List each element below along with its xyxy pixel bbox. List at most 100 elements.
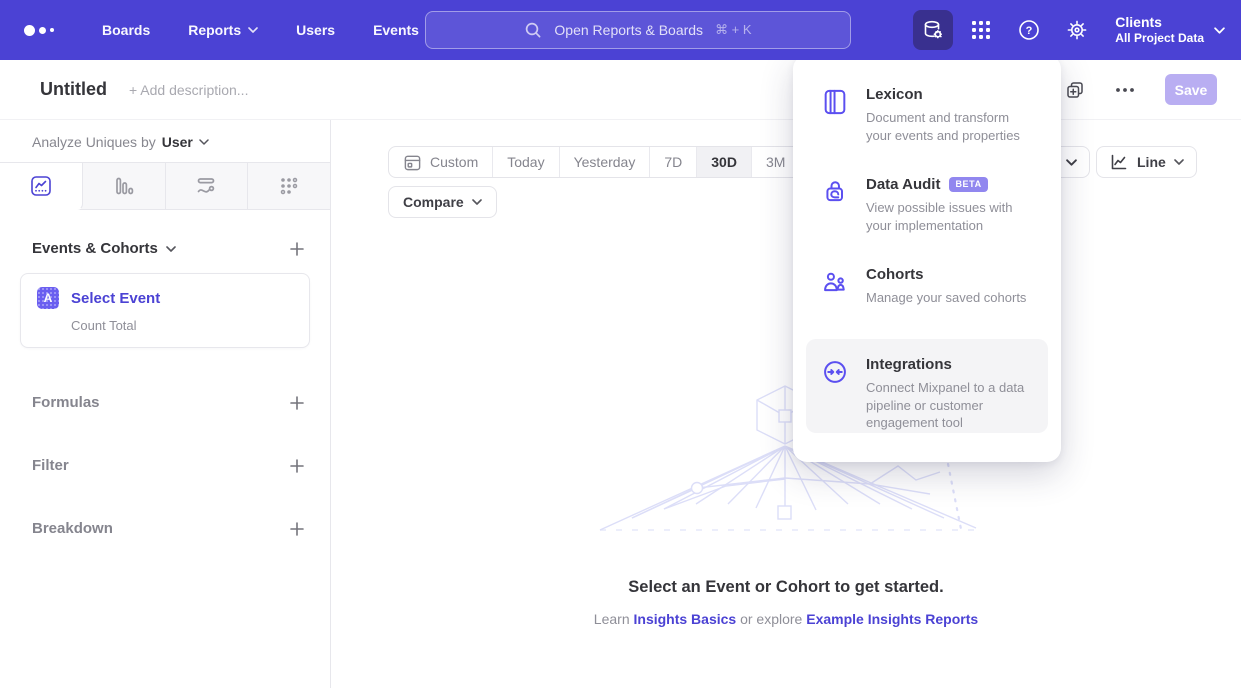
analyze-label: Analyze Uniques by [32, 134, 156, 150]
chevron-down-icon [199, 139, 209, 145]
lexicon-book-icon [821, 88, 849, 116]
tab-metrics-grid[interactable] [248, 163, 330, 209]
range-label: Custom [430, 154, 478, 170]
menu-item-data-audit[interactable]: Data Audit BETA View possible issues wit… [806, 159, 1048, 249]
menu-item-title: Cohorts [866, 266, 924, 283]
beta-badge: BETA [949, 177, 987, 192]
filter-label: Filter [32, 457, 69, 474]
settings-button[interactable] [1057, 10, 1097, 50]
series-letter-badge: A [37, 287, 59, 309]
plus-icon [290, 242, 304, 256]
chart-type-tabbar [0, 162, 330, 210]
filter-section: Filter [0, 457, 330, 474]
line-chart-icon [1109, 152, 1129, 172]
menu-item-integrations[interactable]: Integrations Connect Mixpanel to a data … [806, 339, 1048, 433]
insights-basics-link[interactable]: Insights Basics [634, 611, 737, 627]
range-label: Yesterday [574, 154, 636, 170]
menu-item-title: Integrations [866, 356, 952, 373]
events-cohorts-toggle[interactable]: Events & Cohorts [32, 240, 176, 257]
chevron-down-icon [1066, 159, 1077, 166]
events-cohorts-label: Events & Cohorts [32, 240, 158, 257]
range-label: 7D [664, 154, 682, 170]
save-button[interactable]: Save [1165, 74, 1217, 105]
menu-item-description: Connect Mixpanel to a data pipeline or c… [866, 379, 1033, 432]
query-sidebar: Analyze Uniques by User [0, 120, 331, 688]
event-card-select-event[interactable]: A Select Event Count Total [20, 273, 310, 348]
tab-bar-chart[interactable] [83, 163, 166, 209]
events-cohorts-header: Events & Cohorts [0, 210, 330, 257]
mixpanel-logo-icon[interactable] [24, 25, 58, 36]
range-7d[interactable]: 7D [650, 147, 697, 177]
chart-type-dropdown[interactable]: Line [1096, 146, 1197, 178]
range-yesterday[interactable]: Yesterday [560, 147, 651, 177]
date-range-control: Custom Today Yesterday 7D 30D 3M 6M [388, 146, 849, 178]
top-nav: Boards Reports Users Events Open Reports… [0, 0, 1241, 60]
compare-label: Compare [403, 194, 464, 210]
range-today[interactable]: Today [493, 147, 559, 177]
nav-item-users[interactable]: Users [296, 22, 335, 38]
database-gear-icon [921, 18, 945, 42]
chevron-down-icon [1214, 27, 1225, 34]
nav-item-reports[interactable]: Reports [188, 22, 258, 38]
empty-state-links: Learn Insights Basics or explore Example… [331, 611, 1241, 627]
tab-flow-chart[interactable] [166, 163, 249, 209]
nav-item-boards[interactable]: Boards [102, 22, 150, 38]
copy-plus-icon [1065, 80, 1085, 100]
apps-grid-button[interactable] [961, 10, 1001, 50]
range-label: 30D [711, 154, 737, 170]
tab-insights-line-chart[interactable] [0, 163, 83, 210]
count-total-dropdown[interactable]: Count Total [71, 318, 293, 333]
analyze-by-value: User [162, 134, 193, 150]
add-event-button[interactable] [290, 242, 304, 256]
analyze-by-dropdown[interactable]: User [162, 134, 209, 150]
primary-nav: Boards Reports Users Events [102, 22, 419, 38]
more-options-button[interactable] [1115, 87, 1135, 93]
menu-item-lexicon[interactable]: Lexicon Document and transform your even… [806, 69, 1048, 159]
project-switcher[interactable]: Clients All Project Data [1115, 14, 1225, 47]
menu-item-description: Document and transform your events and p… [866, 109, 1033, 144]
learn-prefix: Learn [594, 611, 634, 627]
range-custom[interactable]: Custom [389, 147, 493, 177]
report-description-input[interactable]: + Add description... [129, 82, 248, 98]
add-filter-button[interactable] [290, 459, 304, 473]
range-30d-selected[interactable]: 30D [697, 147, 752, 177]
menu-item-cohorts[interactable]: Cohorts Manage your saved cohorts [806, 249, 1048, 339]
plus-icon [290, 459, 304, 473]
empty-state: Select an Event or Cohort to get started… [331, 578, 1241, 627]
empty-state-headline: Select an Event or Cohort to get started… [331, 578, 1241, 597]
search-icon [524, 21, 542, 39]
chevron-down-icon [166, 246, 176, 252]
add-breakdown-button[interactable] [290, 522, 304, 536]
data-management-popover: Lexicon Document and transform your even… [793, 55, 1061, 462]
add-formula-button[interactable] [290, 396, 304, 410]
menu-item-title: Lexicon [866, 86, 923, 103]
project-name: All Project Data [1115, 31, 1204, 46]
flow-icon [194, 174, 218, 198]
nav-item-label: Events [373, 22, 419, 38]
chart-type-label: Line [1137, 154, 1166, 170]
select-event-label: Select Event [71, 290, 160, 307]
org-name: Clients [1115, 14, 1204, 32]
data-audit-lock-icon [821, 178, 849, 206]
example-insights-reports-link[interactable]: Example Insights Reports [806, 611, 978, 627]
report-title[interactable]: Untitled [40, 79, 107, 100]
compare-dropdown[interactable]: Compare [388, 186, 497, 218]
data-management-button[interactable] [913, 10, 953, 50]
explore-middle: or explore [736, 611, 806, 627]
nav-item-events[interactable]: Events [373, 22, 419, 38]
chevron-down-icon [248, 27, 258, 33]
nav-right-cluster: ? Clients All Project Data [913, 0, 1225, 60]
menu-item-description: Manage your saved cohorts [866, 289, 1026, 307]
insights-chart-icon [29, 174, 53, 198]
svg-text:?: ? [1026, 25, 1033, 37]
global-search-input[interactable]: Open Reports & Boards ⌘ + K [425, 11, 851, 49]
integrations-sync-icon [821, 358, 849, 386]
gear-icon [1065, 18, 1089, 42]
formulas-label: Formulas [32, 394, 100, 411]
help-button[interactable]: ? [1009, 10, 1049, 50]
grid-icon [970, 19, 992, 41]
breakdown-section: Breakdown [0, 520, 330, 537]
duplicate-button[interactable] [1065, 80, 1085, 100]
plus-icon [290, 396, 304, 410]
range-label: Today [507, 154, 544, 170]
